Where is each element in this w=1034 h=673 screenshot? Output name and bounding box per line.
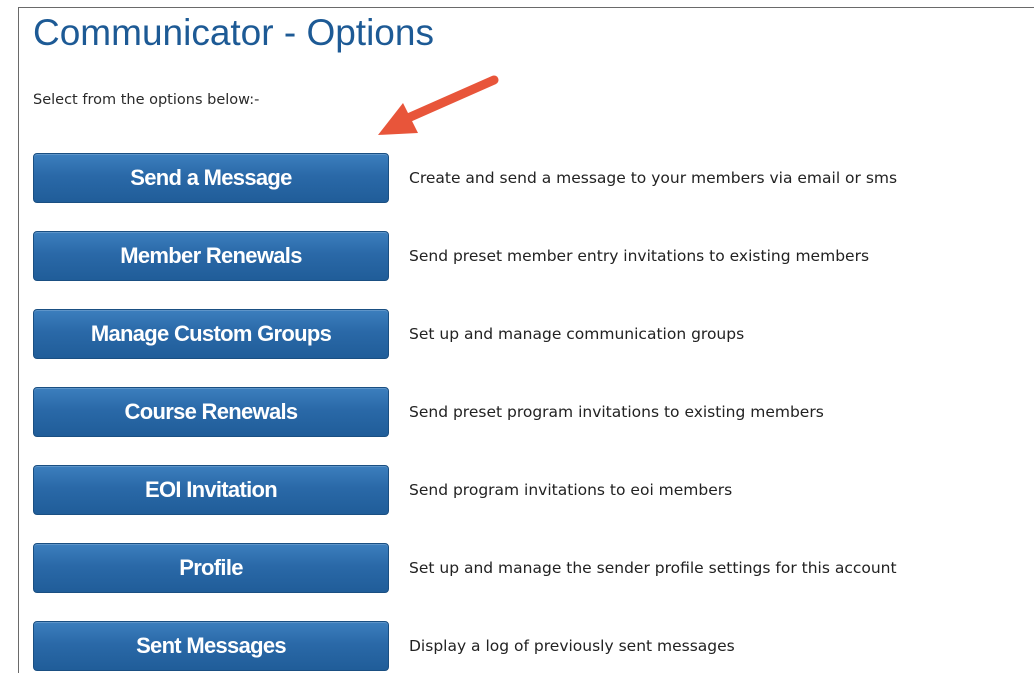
option-row-profile: Profile Set up and manage the sender pro… <box>33 543 1023 621</box>
option-row-course-renewals: Course Renewals Send preset program invi… <box>33 387 1023 465</box>
option-row-send-message: Send a Message Create and send a message… <box>33 153 1023 231</box>
course-renewals-description: Send preset program invitations to exist… <box>409 403 824 421</box>
option-row-manage-custom-groups: Manage Custom Groups Set up and manage c… <box>33 309 1023 387</box>
options-list: Send a Message Create and send a message… <box>33 153 1023 673</box>
panel-border-top <box>18 7 1034 8</box>
course-renewals-button[interactable]: Course Renewals <box>33 387 389 437</box>
send-message-description: Create and send a message to your member… <box>409 169 898 187</box>
sent-messages-description: Display a log of previously sent message… <box>409 637 735 655</box>
eoi-invitation-button[interactable]: EOI Invitation <box>33 465 389 515</box>
manage-custom-groups-button[interactable]: Manage Custom Groups <box>33 309 389 359</box>
member-renewals-description: Send preset member entry invitations to … <box>409 247 870 265</box>
option-row-member-renewals: Member Renewals Send preset member entry… <box>33 231 1023 309</box>
page-title: Communicator - Options <box>33 12 434 53</box>
option-row-eoi-invitation: EOI Invitation Send program invitations … <box>33 465 1023 543</box>
eoi-invitation-description: Send program invitations to eoi members <box>409 481 733 499</box>
panel-border-left <box>18 7 19 673</box>
manage-custom-groups-description: Set up and manage communication groups <box>409 325 745 343</box>
option-row-sent-messages: Sent Messages Display a log of previousl… <box>33 621 1023 673</box>
profile-description: Set up and manage the sender profile set… <box>409 559 897 577</box>
sent-messages-button[interactable]: Sent Messages <box>33 621 389 671</box>
send-message-button[interactable]: Send a Message <box>33 153 389 203</box>
member-renewals-button[interactable]: Member Renewals <box>33 231 389 281</box>
profile-button[interactable]: Profile <box>33 543 389 593</box>
arrow-icon <box>378 75 499 135</box>
options-intro-text: Select from the options below:- <box>33 92 260 108</box>
